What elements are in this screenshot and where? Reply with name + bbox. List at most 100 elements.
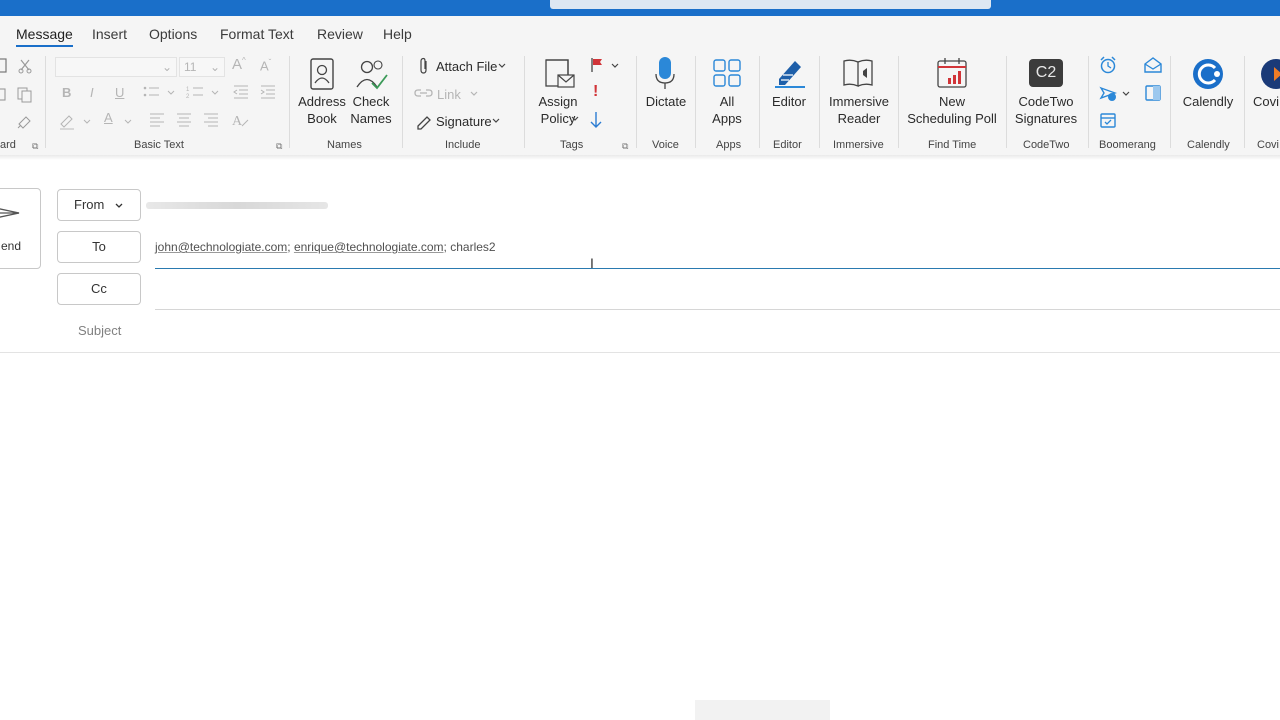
chevron-down-icon[interactable] — [610, 61, 620, 71]
chevron-down-icon[interactable] — [570, 114, 580, 124]
flag-icon[interactable] — [589, 57, 605, 73]
tab-message[interactable]: Message — [16, 26, 73, 47]
italic-button[interactable]: I — [90, 85, 94, 100]
link-icon — [414, 89, 433, 97]
highlight-icon[interactable] — [58, 112, 94, 130]
styles-icon[interactable]: A — [231, 111, 251, 129]
status-popup — [695, 700, 830, 720]
align-right-icon[interactable] — [202, 112, 220, 128]
from-button[interactable]: From — [57, 189, 141, 221]
cut-icon[interactable] — [18, 58, 32, 74]
covi-logo-icon[interactable] — [1258, 57, 1280, 91]
increase-indent-icon[interactable] — [259, 84, 277, 100]
address-book-label-2: Book — [307, 111, 337, 126]
microphone-icon[interactable] — [653, 56, 677, 90]
all-apps-button[interactable]: All Apps — [704, 93, 750, 127]
title-search-box[interactable] — [550, 0, 991, 9]
text-cursor-icon: I — [590, 255, 594, 271]
to-button[interactable]: To — [57, 231, 141, 263]
high-importance-icon[interactable]: ! — [593, 83, 598, 101]
cc-field-underline — [155, 309, 1280, 310]
chevron-down-icon — [115, 203, 123, 208]
address-book-label-1: Address — [298, 94, 346, 109]
all-apps-icon[interactable] — [712, 58, 742, 88]
editor-pen-icon[interactable] — [773, 57, 807, 89]
signature-button[interactable]: Signature — [436, 114, 492, 129]
svg-text:1: 1 — [186, 87, 190, 93]
immersive-reader-icon[interactable] — [842, 57, 876, 89]
recipient-chip[interactable]: enrique@technologiate.com — [294, 240, 444, 254]
numbering-icon[interactable]: 12 — [186, 84, 220, 100]
tab-help[interactable]: Help — [383, 26, 412, 42]
copy-icon[interactable] — [16, 86, 34, 104]
editor-button[interactable]: Editor — [764, 93, 814, 110]
panel-icon[interactable] — [1144, 84, 1162, 102]
align-center-icon[interactable] — [175, 112, 193, 128]
alarm-clock-icon[interactable] — [1099, 56, 1117, 74]
check-names-icon[interactable] — [354, 57, 388, 91]
tab-format-text[interactable]: Format Text — [220, 26, 294, 42]
paperclip-icon — [420, 57, 427, 74]
envelope-open-icon[interactable] — [1143, 56, 1163, 74]
separator-text: ; — [287, 240, 294, 254]
basic-text-launcher-icon[interactable]: ⧉ — [276, 141, 285, 151]
immersive-reader-label-1: Immersive — [829, 94, 889, 109]
chevron-down-icon[interactable] — [497, 61, 507, 71]
tab-review[interactable]: Review — [317, 26, 363, 42]
assign-policy-icon[interactable] — [542, 57, 576, 91]
tags-launcher-icon[interactable]: ⧉ — [622, 141, 631, 151]
address-book-icon[interactable] — [308, 57, 336, 91]
immersive-reader-label-2: Reader — [837, 111, 881, 126]
paste-icon[interactable] — [0, 58, 8, 74]
subject-field[interactable]: Subject — [78, 323, 121, 338]
tab-insert[interactable]: Insert — [92, 26, 127, 42]
send-later-icon[interactable] — [1099, 84, 1117, 102]
format-painter-icon[interactable] — [16, 112, 34, 130]
font-color-dropdown-icon[interactable] — [122, 112, 134, 128]
calendar-icon[interactable] — [1099, 111, 1117, 129]
attach-file-button[interactable]: Attach File — [436, 59, 497, 74]
separator — [402, 56, 403, 148]
decrease-indent-icon[interactable] — [232, 84, 250, 100]
cc-button[interactable]: Cc — [57, 273, 141, 305]
subject-field-underline — [0, 352, 1280, 353]
to-field[interactable]: john@technologiate.com; enrique@technolo… — [155, 240, 496, 254]
covi-group-label: Covi — [1257, 139, 1280, 151]
bold-button[interactable]: B — [62, 85, 71, 100]
separator — [1006, 56, 1007, 148]
font-size-combo[interactable]: 11 ⌄ — [179, 57, 225, 77]
dictate-button[interactable]: Dictate — [640, 93, 692, 110]
ribbon: ard ⧉ ⌄ 11 ⌄ A^ Aˇ B I U 12 A A Basic Tex… — [0, 50, 1280, 160]
bullets-icon[interactable] — [142, 84, 176, 100]
assign-policy-label-1: Assign — [538, 94, 578, 109]
chevron-down-icon[interactable] — [491, 116, 501, 126]
align-left-icon[interactable] — [148, 112, 166, 128]
shrink-font-icon[interactable]: Aˇ — [260, 58, 271, 73]
separator — [819, 56, 820, 148]
chevron-down-icon[interactable] — [1121, 89, 1131, 99]
underline-button[interactable]: U — [115, 85, 124, 100]
low-importance-icon[interactable] — [589, 111, 603, 129]
from-address-redacted — [146, 202, 328, 209]
calendly-button[interactable]: Calendly — [1178, 93, 1238, 110]
grow-font-icon[interactable]: A^ — [232, 56, 246, 73]
font-color-icon[interactable]: A — [104, 110, 113, 125]
immersive-reader-button[interactable]: Immersive Reader — [826, 93, 892, 127]
font-name-combo[interactable]: ⌄ — [55, 57, 177, 77]
calendly-logo-icon[interactable] — [1190, 57, 1226, 91]
tab-options[interactable]: Options — [149, 26, 197, 42]
recipient-chip[interactable]: john@technologiate.com — [155, 240, 287, 254]
check-names-button[interactable]: Check Names — [346, 93, 396, 127]
codetwo-logo[interactable]: C2 — [1029, 59, 1063, 87]
covi-button[interactable]: Covi — [1253, 93, 1280, 110]
new-scheduling-poll-button[interactable]: New Scheduling Poll — [904, 93, 1000, 127]
codetwo-signatures-button[interactable]: CodeTwo Signatures — [1014, 93, 1078, 127]
scheduling-poll-icon[interactable] — [936, 57, 970, 91]
address-book-button[interactable]: Address Book — [296, 93, 348, 127]
to-field-underline — [155, 268, 1280, 269]
clipboard-launcher-icon[interactable]: ⧉ — [32, 141, 41, 151]
boomerang-group-label: Boomerang — [1099, 139, 1156, 151]
send-button[interactable]: end — [0, 188, 41, 269]
link-button[interactable]: Link — [437, 87, 461, 102]
include-group-label: Include — [445, 139, 481, 151]
